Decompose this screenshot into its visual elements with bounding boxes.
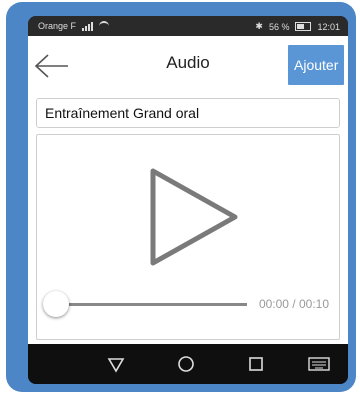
battery-percent: 56 %	[268, 21, 290, 32]
app-bar: Audio Ajouter	[28, 36, 348, 94]
keyboard-icon[interactable]	[308, 354, 330, 374]
phone-screen: Orange F ✱ 56 % 12:01 Audio Ajouter Entr…	[28, 16, 348, 384]
circle-home-icon[interactable]	[176, 354, 196, 374]
system-nav-bar	[28, 344, 348, 384]
wifi-icon	[99, 21, 110, 31]
triangle-back-icon[interactable]	[106, 354, 126, 374]
status-left: Orange F	[38, 21, 110, 31]
bluetooth-icon: ✱	[255, 21, 263, 31]
device-frame: Orange F ✱ 56 % 12:01 Audio Ajouter Entr…	[6, 2, 356, 392]
title-input[interactable]	[36, 98, 340, 128]
time-display: 00:00 / 00:10	[258, 297, 329, 311]
signal-icon	[82, 21, 94, 31]
carrier-label: Orange F	[38, 21, 77, 31]
status-right: ✱ 56 % 12:01	[255, 21, 340, 32]
clock: 12:01	[317, 21, 340, 32]
audio-player: 00:00 / 00:10	[36, 134, 340, 340]
add-button[interactable]: Ajouter	[288, 45, 344, 85]
back-arrow-icon[interactable]	[34, 54, 70, 78]
seek-thumb[interactable]	[43, 291, 69, 317]
play-icon[interactable]	[137, 161, 247, 271]
seek-bar[interactable]	[57, 303, 247, 306]
page-title: Audio	[166, 53, 210, 72]
main-content: 00:00 / 00:10	[28, 94, 348, 344]
battery-icon	[295, 22, 312, 31]
square-recents-icon[interactable]	[246, 354, 266, 374]
status-bar: Orange F ✱ 56 % 12:01	[28, 16, 348, 36]
